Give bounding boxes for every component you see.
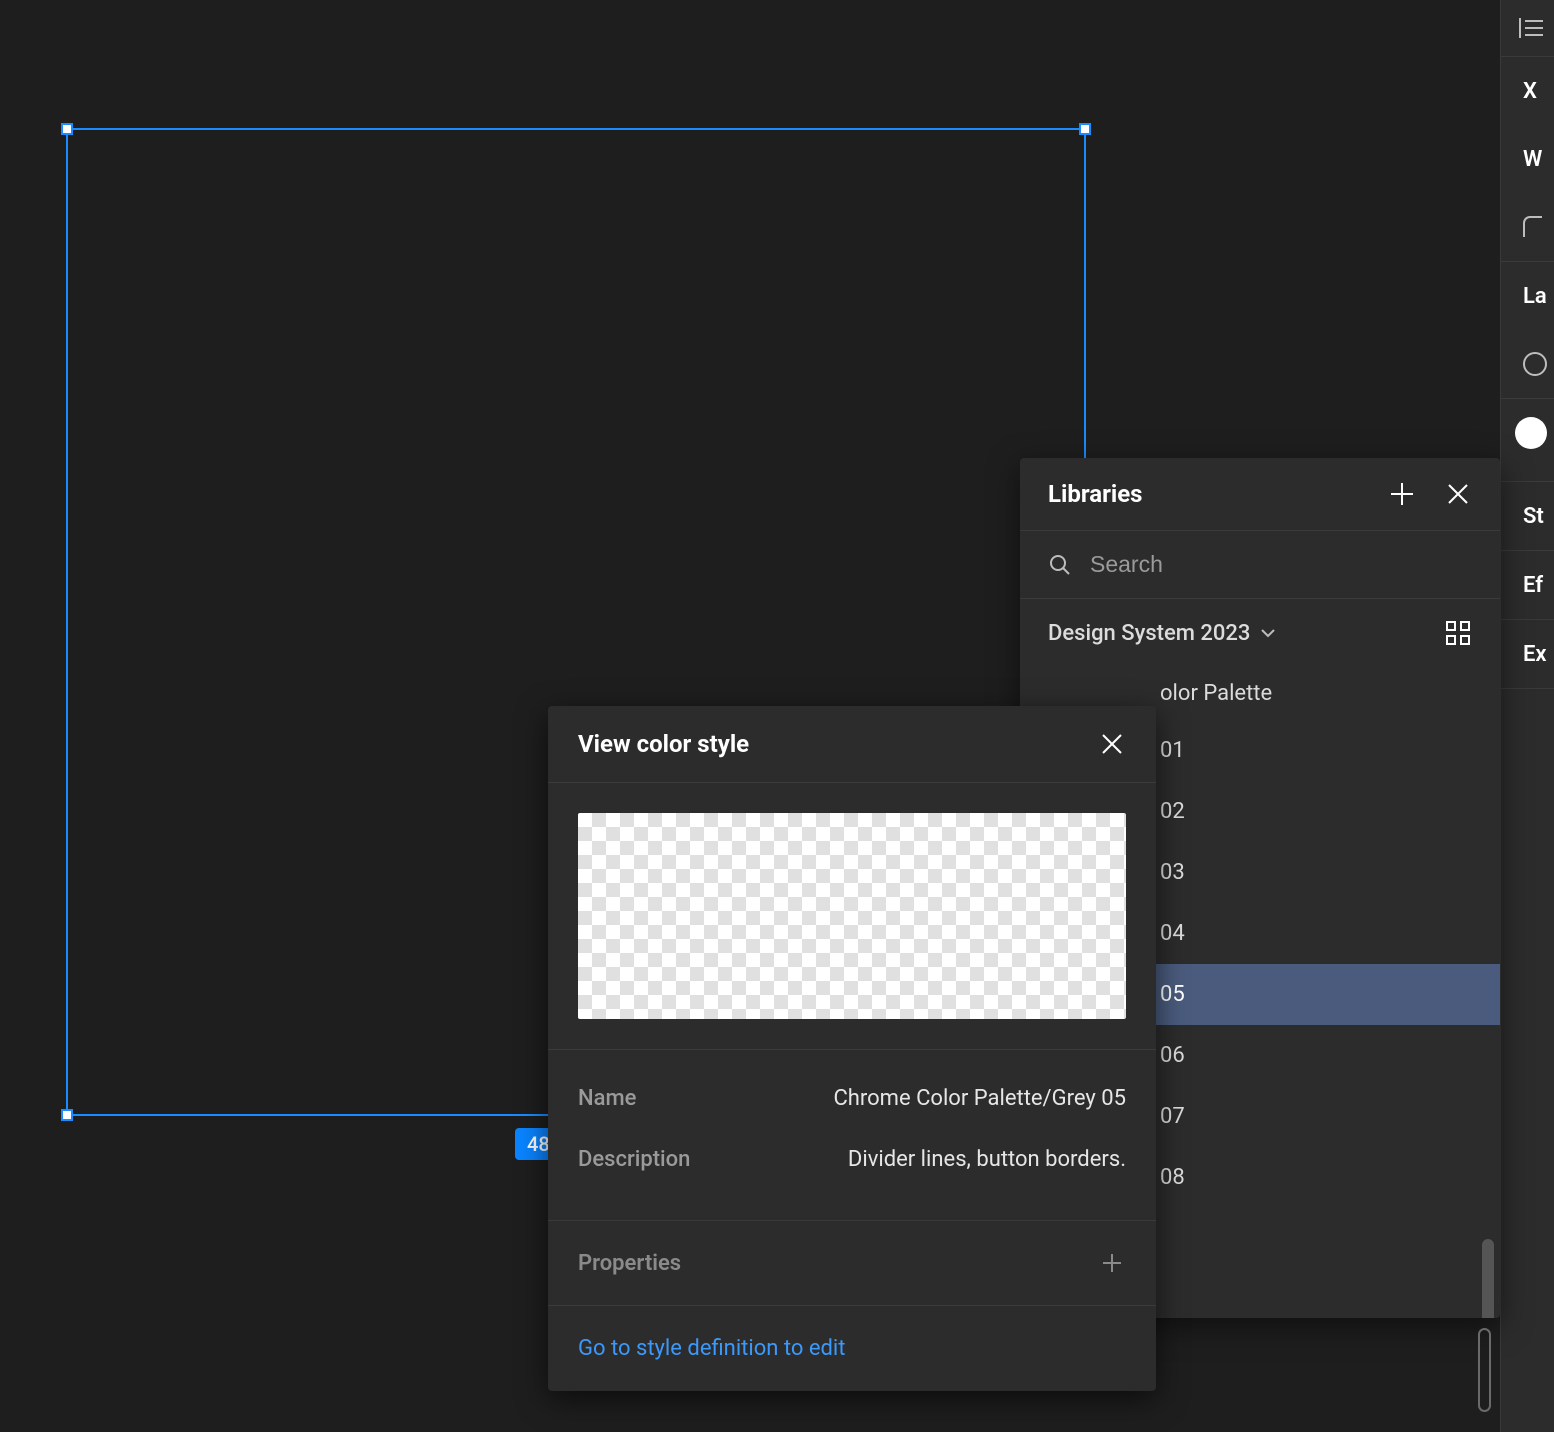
align-icon[interactable] (1501, 0, 1554, 56)
section-layer[interactable]: La (1501, 262, 1554, 330)
color-style-panel: View color style Name Chrome Color Palet… (548, 706, 1156, 1391)
search-icon (1048, 553, 1072, 577)
color-style-description-row: Description Divider lines, button border… (578, 1129, 1126, 1190)
color-style-name-label: Name (578, 1086, 636, 1111)
grid-view-button[interactable] (1444, 619, 1472, 647)
libraries-scrollbar[interactable] (1482, 1239, 1494, 1318)
color-style-name-row: Name Chrome Color Palette/Grey 05 (578, 1068, 1126, 1129)
resize-handle-top-left[interactable] (61, 123, 73, 135)
canvas-scrollbar[interactable] (1478, 1328, 1491, 1412)
resize-handle-bottom-left[interactable] (61, 1109, 73, 1121)
color-style-title: View color style (578, 730, 749, 758)
property-w[interactable]: W (1501, 125, 1554, 193)
libraries-title: Libraries (1048, 480, 1143, 508)
color-style-description-value: Divider lines, button borders. (848, 1147, 1126, 1172)
property-x[interactable]: X (1501, 57, 1554, 125)
passthrough-icon[interactable] (1501, 330, 1554, 398)
color-style-header: View color style (548, 706, 1156, 783)
close-color-style-button[interactable] (1098, 730, 1126, 758)
close-libraries-button[interactable] (1444, 480, 1472, 508)
color-style-description-label: Description (578, 1147, 690, 1172)
color-style-properties-row: Properties (548, 1221, 1156, 1306)
libraries-breadcrumb[interactable]: Design System 2023 (1020, 599, 1500, 667)
color-style-name-value: Chrome Color Palette/Grey 05 (833, 1086, 1126, 1111)
color-style-properties-label: Properties (578, 1251, 681, 1276)
rotation-icon[interactable] (1501, 193, 1554, 261)
add-property-button[interactable] (1098, 1249, 1126, 1277)
add-library-button[interactable] (1388, 480, 1416, 508)
go-to-style-definition-link[interactable]: Go to style definition to edit (578, 1336, 845, 1361)
chevron-down-icon (1260, 625, 1276, 641)
properties-sidebar: X W La St Ef Ex (1500, 0, 1554, 1432)
color-style-link-row: Go to style definition to edit (548, 1306, 1156, 1391)
color-style-preview (578, 813, 1126, 1019)
library-name: Design System 2023 (1048, 621, 1250, 646)
libraries-search[interactable] (1020, 531, 1500, 599)
section-export[interactable]: Ex (1501, 620, 1554, 688)
section-effects[interactable]: Ef (1501, 551, 1554, 619)
resize-handle-top-right[interactable] (1079, 123, 1091, 135)
libraries-header: Libraries (1020, 458, 1500, 531)
fill-swatch[interactable] (1515, 417, 1547, 449)
section-stroke[interactable]: St (1501, 482, 1554, 550)
libraries-search-input[interactable] (1090, 551, 1472, 578)
